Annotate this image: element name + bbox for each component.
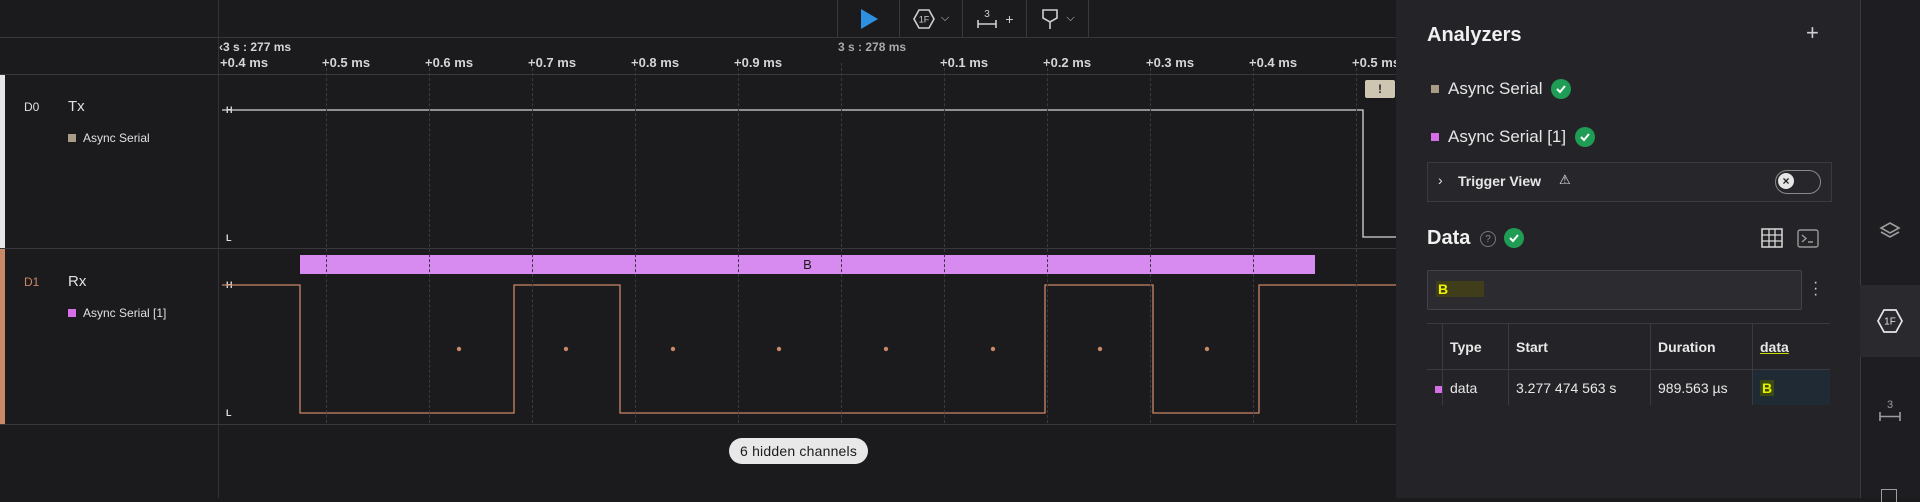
sample-point bbox=[990, 346, 996, 352]
rx-waveform bbox=[222, 284, 1396, 414]
tx-waveform bbox=[222, 109, 1396, 238]
alert-marker[interactable]: ! bbox=[1365, 80, 1395, 98]
grid-line bbox=[738, 63, 739, 423]
capture-toolbar: 1F ⌵ 3 + ⌵ bbox=[837, 0, 1089, 37]
grid-line bbox=[1356, 63, 1357, 423]
grid-line bbox=[944, 63, 945, 423]
svg-text:1F: 1F bbox=[919, 14, 930, 24]
alert-icon: ! bbox=[1378, 82, 1382, 96]
grid-icon bbox=[1761, 228, 1783, 248]
chevron-down-icon: ⌵ bbox=[940, 12, 950, 24]
decoded-frame-bar[interactable]: B bbox=[300, 255, 1315, 274]
svg-text:1F: 1F bbox=[1884, 317, 1896, 328]
sample-points bbox=[456, 346, 1210, 352]
svg-text:3: 3 bbox=[1887, 399, 1893, 411]
marker-menu-button[interactable]: ⌵ bbox=[1026, 0, 1089, 37]
marker-flag-icon bbox=[1042, 8, 1059, 29]
sample-point bbox=[776, 346, 782, 352]
column-header-type[interactable]: Type bbox=[1442, 323, 1509, 370]
close-icon: × bbox=[1778, 173, 1794, 189]
analyzer-color-swatch bbox=[1431, 133, 1439, 141]
analyzer-name: Async Serial [1] bbox=[1448, 127, 1567, 146]
column-header-duration[interactable]: Duration bbox=[1650, 323, 1753, 370]
chevron-down-icon: ⌵ bbox=[1066, 12, 1075, 24]
data-search-input[interactable]: B bbox=[1427, 270, 1802, 310]
data-table: Type Start Duration data data 3.277 474 … bbox=[1427, 323, 1830, 405]
search-value: B bbox=[1436, 281, 1485, 297]
grid-line bbox=[429, 63, 430, 423]
marker-flag-icon[interactable] bbox=[1881, 489, 1897, 502]
analyzer-hexagon-icon: 1F bbox=[912, 8, 935, 29]
check-icon bbox=[1575, 127, 1596, 147]
analyzer-item[interactable]: Async Serial [1] bbox=[1431, 127, 1596, 147]
terminal-view-button[interactable] bbox=[1797, 229, 1819, 253]
trigger-view-section[interactable]: › Trigger View ⚠ × bbox=[1427, 162, 1832, 202]
play-icon bbox=[860, 8, 878, 29]
decoded-frame-label: B bbox=[803, 257, 812, 272]
sample-point bbox=[456, 346, 462, 352]
analyzers-title: Analyzers bbox=[1427, 24, 1522, 46]
start-capture-button[interactable] bbox=[837, 0, 899, 37]
table-view-button[interactable] bbox=[1761, 228, 1783, 253]
cell-data: B bbox=[1752, 369, 1830, 405]
analyzer-name: Async Serial bbox=[1448, 79, 1543, 98]
more-options-icon[interactable]: · · · bbox=[1813, 275, 1818, 303]
grid-line bbox=[1150, 63, 1151, 423]
rail-measurements-button[interactable]: 3 bbox=[1860, 376, 1920, 446]
add-analyzer-button[interactable]: + bbox=[1806, 20, 1819, 46]
column-header-data[interactable]: data bbox=[1752, 323, 1830, 370]
hidden-channels-button[interactable]: 6 hidden channels bbox=[729, 438, 869, 464]
cell-data-value: B bbox=[1760, 379, 1775, 396]
cell-start: 3.277 474 563 s bbox=[1508, 369, 1651, 405]
rail-analyzers-button[interactable]: 1F bbox=[1860, 286, 1920, 356]
grid-line bbox=[635, 63, 636, 423]
measure-icon: 3 bbox=[1879, 399, 1901, 421]
sample-point bbox=[883, 346, 889, 352]
measure-menu-button[interactable]: 3 + bbox=[962, 0, 1026, 37]
analyzer-menu-button[interactable]: 1F ⌵ bbox=[899, 0, 962, 37]
data-title: Data bbox=[1427, 227, 1471, 249]
cell-duration: 989.563 µs bbox=[1650, 369, 1753, 405]
analyzer-color-swatch bbox=[1431, 85, 1439, 93]
analyzer-item[interactable]: Async Serial bbox=[1431, 79, 1572, 99]
analyzer-hexagon-icon: 1F bbox=[1877, 309, 1903, 333]
help-icon[interactable]: ? bbox=[1480, 231, 1496, 247]
waveform-canvas[interactable] bbox=[0, 0, 1396, 498]
terminal-icon bbox=[1797, 229, 1819, 248]
check-icon bbox=[1504, 228, 1524, 248]
column-header-start[interactable]: Start bbox=[1508, 323, 1651, 370]
layers-icon bbox=[1879, 222, 1901, 238]
measure-icon: 3 bbox=[977, 9, 998, 28]
table-header-row: Type Start Duration data bbox=[1427, 323, 1830, 370]
grid-line bbox=[532, 63, 533, 423]
grid-line bbox=[841, 63, 842, 423]
cell-type: data bbox=[1442, 369, 1509, 405]
grid-line bbox=[1253, 63, 1254, 423]
trigger-view-toggle[interactable]: × bbox=[1775, 170, 1821, 194]
chevron-right-icon: › bbox=[1438, 172, 1443, 188]
row-color-swatch bbox=[1435, 385, 1442, 393]
sample-point bbox=[1097, 346, 1103, 352]
warning-icon: ⚠ bbox=[1559, 172, 1571, 187]
table-header-marker bbox=[1427, 323, 1443, 370]
grid-line bbox=[326, 63, 327, 423]
rail-layers-button[interactable] bbox=[1860, 195, 1920, 265]
svg-text:3: 3 bbox=[985, 9, 991, 20]
grid-line bbox=[1047, 63, 1048, 423]
sample-point bbox=[1204, 346, 1210, 352]
add-measurement-icon: + bbox=[1005, 10, 1014, 27]
table-row[interactable]: data 3.277 474 563 s 989.563 µs B bbox=[1427, 369, 1830, 405]
trigger-view-label: Trigger View bbox=[1458, 173, 1541, 189]
row-color-marker bbox=[1427, 369, 1443, 405]
sample-point bbox=[670, 346, 676, 352]
sample-point bbox=[563, 346, 569, 352]
check-icon bbox=[1551, 79, 1572, 99]
